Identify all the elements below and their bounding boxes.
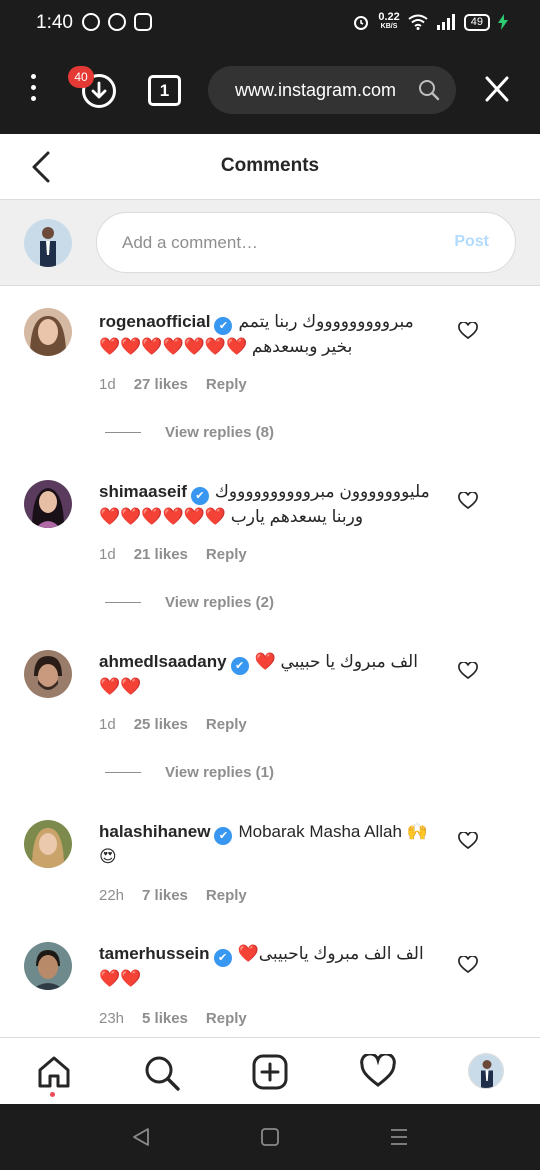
comment-body: ahmedlsaadany ✔ الف مبروك يا حبيبي ❤️❤️❤️ bbox=[99, 650, 439, 699]
close-icon[interactable] bbox=[484, 74, 510, 104]
reply-button[interactable]: Reply bbox=[206, 376, 247, 393]
view-replies-label: View replies (2) bbox=[165, 594, 274, 611]
current-user-avatar bbox=[24, 219, 72, 267]
replies-divider bbox=[105, 432, 141, 433]
comment-item: halashihanew ✔ Mobarak Masha Allah 🙌😍 22h … bbox=[0, 796, 540, 920]
like-heart-icon[interactable] bbox=[458, 492, 478, 510]
comment-time: 22h bbox=[99, 887, 125, 904]
avatar[interactable] bbox=[24, 820, 72, 868]
comment-composer: Add a comment… Post bbox=[0, 200, 540, 286]
comment-time: 1d bbox=[99, 716, 116, 733]
comment-item: tamerhussein ✔ الف الف مبروك ياحبيبى❤️❤️❤️… bbox=[0, 920, 540, 1037]
charging-icon bbox=[498, 14, 508, 30]
battery-indicator: 49 bbox=[463, 13, 490, 31]
app-notification-icon bbox=[108, 13, 126, 31]
avatar[interactable] bbox=[24, 942, 72, 990]
status-right: 0.22 KB/S 49 bbox=[352, 12, 508, 32]
avatar[interactable] bbox=[24, 480, 72, 528]
comment-username[interactable]: ahmedlsaadany bbox=[99, 652, 227, 671]
comment-time: 1d bbox=[99, 546, 116, 563]
browser-toolbar: 40 1 www.instagram.com bbox=[0, 48, 540, 134]
avatar[interactable] bbox=[24, 650, 72, 698]
nav-back-icon[interactable] bbox=[130, 1126, 152, 1148]
notification-icons bbox=[82, 13, 152, 31]
comment-item: shimaaseif ✔ مليووووووون مبرووووووووووك ور… bbox=[0, 456, 540, 626]
url-text: www.instagram.com bbox=[235, 80, 397, 100]
verified-badge-icon: ✔ bbox=[230, 657, 249, 675]
url-bar[interactable]: www.instagram.com bbox=[208, 66, 456, 114]
comment-username[interactable]: shimaaseif bbox=[99, 482, 187, 501]
comment-username[interactable]: rogenaofficial bbox=[99, 312, 210, 331]
view-replies-button[interactable]: View replies (1) bbox=[105, 764, 274, 781]
comment-likes[interactable]: 5 likes bbox=[142, 1010, 188, 1027]
comment-body: tamerhussein ✔ الف الف مبروك ياحبيبى❤️❤️❤️ bbox=[99, 942, 439, 991]
post-button[interactable]: Post bbox=[454, 233, 489, 251]
download-count-badge: 40 bbox=[68, 66, 94, 88]
comment-item: rogenaofficial ✔ مبروووووووووك ربنا يتمم ب… bbox=[0, 286, 540, 456]
activity-heart-icon[interactable] bbox=[360, 1054, 396, 1088]
comment-likes[interactable]: 7 likes bbox=[142, 887, 188, 904]
comment-body: halashihanew ✔ Mobarak Masha Allah 🙌😍 bbox=[99, 820, 439, 869]
comment-likes[interactable]: 27 likes bbox=[134, 376, 188, 393]
nav-home-icon[interactable] bbox=[259, 1126, 281, 1148]
comment-time: 1d bbox=[99, 376, 116, 393]
reply-button[interactable]: Reply bbox=[206, 546, 247, 563]
comment-meta: 22h 7 likes Reply bbox=[99, 887, 247, 904]
reply-button[interactable]: Reply bbox=[206, 887, 247, 904]
signal-icon bbox=[436, 14, 455, 30]
system-nav-bar bbox=[0, 1104, 540, 1170]
comment-body: shimaaseif ✔ مليووووووون مبرووووووووووك ور… bbox=[99, 480, 439, 529]
comment-username[interactable]: halashihanew bbox=[99, 822, 210, 841]
bottom-nav bbox=[0, 1037, 540, 1104]
comment-likes[interactable]: 21 likes bbox=[134, 546, 188, 563]
status-bar: 1:40 0.22 KB/S 49 bbox=[0, 0, 540, 48]
comments-header: Comments bbox=[0, 134, 540, 200]
comment-meta: 1d 21 likes Reply bbox=[99, 546, 247, 563]
status-time: 1:40 bbox=[36, 12, 73, 33]
comment-item: ahmedlsaadany ✔ الف مبروك يا حبيبي ❤️❤️❤️ … bbox=[0, 626, 540, 796]
search-icon[interactable] bbox=[143, 1054, 181, 1092]
view-replies-label: View replies (8) bbox=[165, 424, 274, 441]
verified-badge-icon: ✔ bbox=[190, 487, 209, 505]
comment-meta: 1d 27 likes Reply bbox=[99, 376, 247, 393]
like-heart-icon[interactable] bbox=[458, 956, 478, 974]
comment-time: 23h bbox=[99, 1010, 125, 1027]
tab-switcher-button[interactable]: 1 bbox=[148, 75, 181, 106]
view-replies-button[interactable]: View replies (8) bbox=[105, 424, 274, 441]
verified-badge-icon: ✔ bbox=[213, 949, 232, 967]
menu-icon[interactable] bbox=[28, 74, 38, 106]
replies-divider bbox=[105, 602, 141, 603]
profile-avatar[interactable] bbox=[468, 1053, 504, 1089]
nav-recents-icon[interactable] bbox=[388, 1126, 410, 1148]
verified-badge-icon: ✔ bbox=[214, 317, 233, 335]
new-post-icon[interactable] bbox=[252, 1054, 288, 1090]
page-title: Comments bbox=[220, 155, 320, 176]
comment-meta: 23h 5 likes Reply bbox=[99, 1010, 247, 1027]
like-heart-icon[interactable] bbox=[458, 662, 478, 680]
avatar[interactable] bbox=[24, 308, 72, 356]
sync-icon bbox=[82, 13, 100, 31]
like-heart-icon[interactable] bbox=[458, 322, 478, 340]
home-icon[interactable] bbox=[36, 1054, 72, 1090]
replies-divider bbox=[105, 772, 141, 773]
reply-button[interactable]: Reply bbox=[206, 1010, 247, 1027]
comment-body: rogenaofficial ✔ مبروووووووووك ربنا يتمم ب… bbox=[99, 310, 439, 359]
comment-input-placeholder: Add a comment… bbox=[122, 233, 259, 252]
comment-input[interactable]: Add a comment… Post bbox=[96, 212, 516, 273]
view-replies-label: View replies (1) bbox=[165, 764, 274, 781]
reply-button[interactable]: Reply bbox=[206, 716, 247, 733]
comment-meta: 1d 25 likes Reply bbox=[99, 716, 247, 733]
comment-username[interactable]: tamerhussein bbox=[99, 944, 210, 963]
verified-badge-icon: ✔ bbox=[214, 827, 233, 845]
alarm-icon bbox=[354, 16, 369, 30]
view-replies-button[interactable]: View replies (2) bbox=[105, 594, 274, 611]
net-speed: 0.22 KB/S bbox=[378, 11, 400, 31]
like-heart-icon[interactable] bbox=[458, 832, 478, 850]
wifi-icon bbox=[408, 14, 428, 30]
search-icon[interactable] bbox=[418, 79, 440, 101]
home-active-dot bbox=[50, 1092, 55, 1097]
comment-likes[interactable]: 25 likes bbox=[134, 716, 188, 733]
instagram-notification-icon bbox=[134, 13, 152, 31]
